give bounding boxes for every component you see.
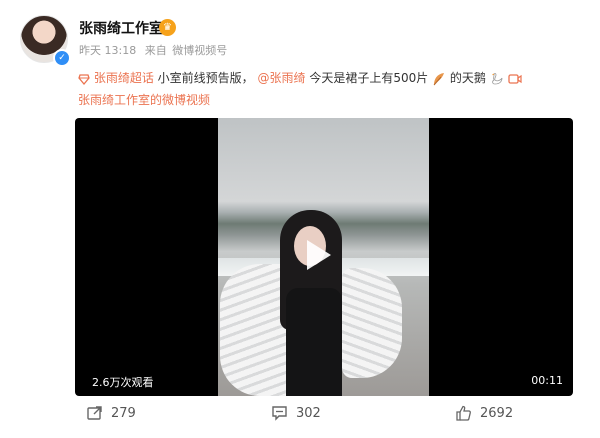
comment-button[interactable]: 302 — [271, 405, 321, 421]
like-button[interactable]: 2692 — [455, 405, 513, 421]
super-topic-label: 张雨绮超话 — [93, 71, 154, 85]
view-count: 2.6万次观看 — [92, 376, 154, 389]
mention-link[interactable]: @张雨绮 — [258, 71, 306, 85]
post-text-part3: 的天鹅 — [449, 71, 486, 85]
video-duration: 00:11 — [531, 374, 563, 387]
post-meta: 昨天 13:18 来自 微博视频号 — [79, 42, 232, 58]
post-source[interactable]: 微博视频号 — [172, 44, 227, 57]
source-prefix: 来自 — [144, 44, 167, 57]
diamond-icon — [78, 73, 90, 85]
comment-count: 302 — [296, 405, 321, 421]
video-link[interactable]: 张雨绮工作室的微博视频 — [78, 92, 210, 108]
post-text: 张雨绮超话 小室前线预告版， @张雨绮 今天是裙子上有500片 的天鹅 — [78, 70, 522, 86]
repost-count: 279 — [111, 405, 136, 421]
post-time[interactable]: 昨天 13:18 — [79, 44, 136, 57]
thumb-up-icon — [456, 405, 471, 421]
repost-button[interactable]: 279 — [86, 405, 136, 421]
vip-badge-icon[interactable]: ♛ — [159, 19, 176, 36]
repost-icon — [87, 406, 102, 420]
video-icon — [507, 73, 522, 84]
post-text-part1: 小室前线预告版， — [157, 71, 254, 85]
verified-badge-icon: ✓ — [53, 49, 71, 67]
comment-icon — [272, 406, 287, 421]
swan-icon — [491, 72, 503, 84]
weibo-post-card: ✓ 张雨绮工作室 ♛ 昨天 13:18 来自 微博视频号 张雨绮超话 小室前线预… — [0, 0, 600, 438]
play-icon[interactable] — [307, 240, 331, 270]
wing-right — [342, 268, 402, 378]
like-count: 2692 — [480, 405, 514, 421]
super-topic-link[interactable]: 张雨绮超话 — [78, 71, 158, 85]
feather-icon — [433, 72, 445, 85]
author-name[interactable]: 张雨绮工作室 — [79, 18, 163, 38]
post-text-part2: 今天是裙子上有500片 — [309, 71, 429, 85]
video-player[interactable]: 2.6万次观看 00:11 — [75, 118, 573, 396]
